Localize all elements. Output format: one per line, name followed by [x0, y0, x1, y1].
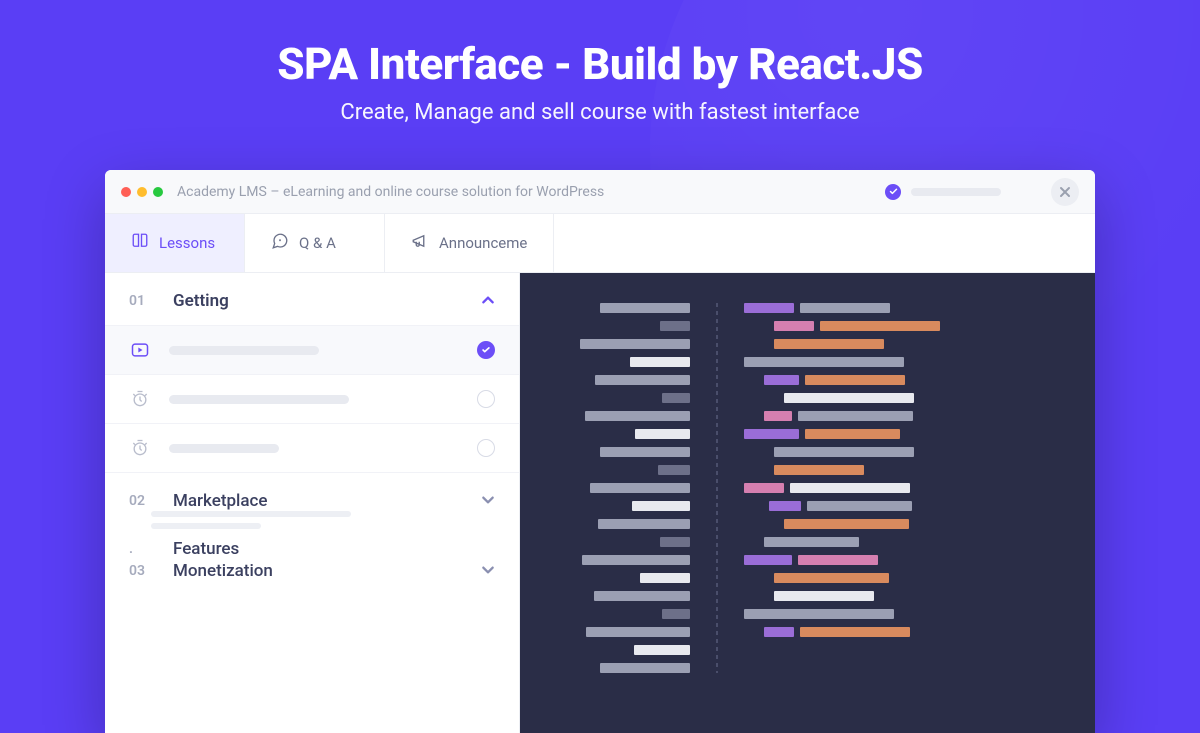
section-header[interactable]: 03 Monetization	[105, 559, 519, 595]
status-text-placeholder	[911, 188, 1001, 196]
tab-qa[interactable]: Q & A	[245, 214, 385, 272]
close-dot[interactable]	[121, 187, 131, 197]
tab-label: Lessons	[159, 234, 215, 252]
minimize-dot[interactable]	[137, 187, 147, 197]
chat-icon	[271, 232, 289, 254]
section-header[interactable]: 01 Getting	[105, 273, 519, 325]
play-icon	[129, 340, 151, 360]
timer-icon	[129, 389, 151, 409]
lesson-item[interactable]	[105, 423, 519, 472]
content: 01 Getting	[105, 273, 1095, 733]
window-controls	[121, 187, 163, 197]
section-title: Features	[173, 539, 459, 559]
hero-subtitle: Create, Manage and sell course with fast…	[0, 100, 1200, 125]
lesson-title-placeholder	[169, 346, 459, 355]
section-title: Getting	[173, 291, 459, 311]
lesson-title-placeholder	[169, 444, 459, 453]
timer-icon	[129, 438, 151, 458]
app-window: Academy LMS – eLearning and online cours…	[105, 170, 1095, 733]
chevron-down-icon	[481, 492, 495, 511]
section-title: Monetization	[173, 561, 459, 581]
lesson-item[interactable]	[105, 374, 519, 423]
close-button[interactable]	[1051, 178, 1079, 206]
lesson-complete-icon	[477, 341, 495, 359]
chevron-down-icon	[481, 562, 495, 581]
lesson-incomplete-icon	[477, 390, 495, 408]
lesson-sidebar: 01 Getting	[105, 273, 520, 733]
lesson-title-placeholder	[169, 395, 459, 404]
chevron-up-icon	[481, 292, 495, 311]
section-header[interactable]: . Features	[105, 535, 519, 559]
check-icon	[885, 184, 901, 200]
section-subtitle-placeholder	[105, 511, 519, 529]
book-open-icon	[131, 232, 149, 254]
lesson-item[interactable]	[105, 325, 519, 374]
tab-announce[interactable]: Announceme	[385, 214, 554, 272]
section-title: Marketplace	[173, 491, 459, 511]
window-title: Academy LMS – eLearning and online cours…	[177, 184, 885, 200]
section-number: .	[129, 541, 151, 557]
code-illustration	[580, 303, 1075, 673]
status-indicator	[885, 184, 1001, 200]
tab-label: Q & A	[299, 234, 336, 252]
section-number: 02	[129, 493, 151, 509]
lesson-incomplete-icon	[477, 439, 495, 457]
maximize-dot[interactable]	[153, 187, 163, 197]
section-number: 03	[129, 563, 151, 579]
tabs: Lessons Q & A Announceme	[105, 214, 1095, 273]
tab-label: Announceme	[439, 234, 527, 252]
tab-lessons[interactable]: Lessons	[105, 214, 245, 272]
code-preview-panel	[520, 273, 1095, 733]
section-number: 01	[129, 293, 151, 309]
megaphone-icon	[411, 232, 429, 254]
titlebar: Academy LMS – eLearning and online cours…	[105, 170, 1095, 214]
